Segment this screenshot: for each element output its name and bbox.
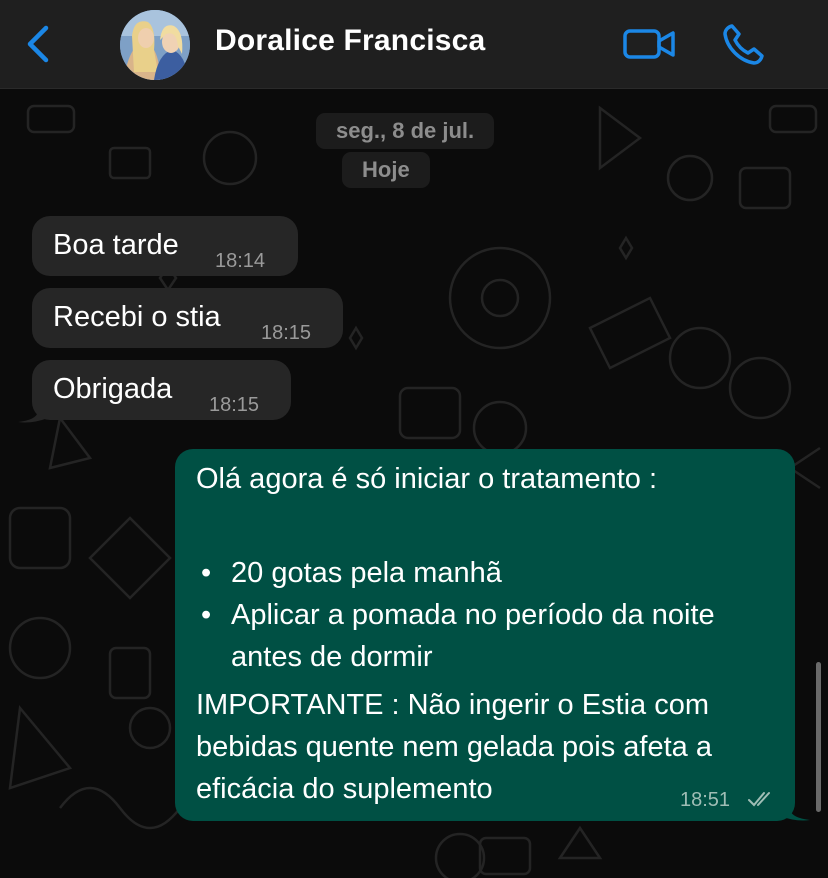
message-text: Obrigada [53, 373, 173, 405]
bullet-dot: • [201, 557, 212, 589]
message-time: 18:15 [261, 322, 312, 344]
message-text: Recebi o stia [53, 301, 221, 333]
bullet-dot: • [201, 599, 212, 631]
important-line: IMPORTANTE : Não ingerir o Estia com [196, 689, 710, 721]
message-text: Boa tarde [53, 229, 179, 261]
bullet-item-continuation: antes de dormir [231, 641, 433, 673]
date-chip-previous: seg., 8 de jul. [316, 113, 495, 149]
important-line: bebidas quente nem gelada pois afeta a [196, 731, 712, 763]
outgoing-message-bubble[interactable]: Olá agora é só iniciar o tratamento : • … [175, 449, 795, 821]
message-time: 18:15 [209, 394, 260, 416]
double-check-icon [748, 792, 770, 807]
scrollbar[interactable] [816, 662, 821, 812]
date-chip-today: Hoje [342, 152, 430, 188]
incoming-message-bubble[interactable]: Recebi o stia 18:15 [32, 288, 343, 348]
message-intro: Olá agora é só iniciar o tratamento : [196, 463, 658, 495]
phone-icon[interactable] [722, 22, 766, 66]
contact-name[interactable]: Doralice Francisca [215, 24, 485, 58]
message-time: 18:51 [680, 789, 731, 811]
chat-header: Doralice Francisca [0, 0, 828, 89]
message-time: 18:14 [215, 250, 266, 272]
bullet-item: Aplicar a pomada no período da noite [231, 599, 715, 631]
outgoing-bubble-tail [780, 796, 810, 821]
video-camera-icon[interactable] [622, 24, 676, 64]
incoming-message-bubble[interactable]: Boa tarde 18:14 [32, 216, 298, 276]
incoming-bubble-tail [18, 398, 48, 423]
important-line: eficácia do suplemento [196, 773, 493, 805]
incoming-message-bubble[interactable]: Obrigada 18:15 [32, 360, 291, 420]
bullet-item: 20 gotas pela manhã [231, 557, 502, 589]
chevron-left-icon[interactable] [22, 24, 56, 64]
avatar[interactable] [120, 10, 190, 80]
